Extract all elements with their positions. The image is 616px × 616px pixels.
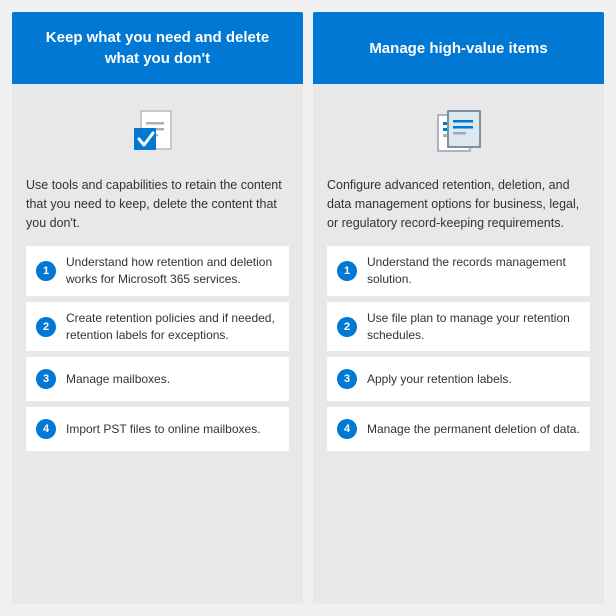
left-card-body: Use tools and capabilities to retain the… xyxy=(12,84,303,604)
right-step-2: 2 Use file plan to manage your retention… xyxy=(327,302,590,352)
right-step-4-number: 4 xyxy=(337,419,357,439)
right-step-1-text: Understand the records management soluti… xyxy=(367,254,580,288)
right-step-1-number: 1 xyxy=(337,261,357,281)
left-card-header: Keep what you need and delete what you d… xyxy=(12,12,303,84)
right-step-1: 1 Understand the records management solu… xyxy=(327,246,590,296)
left-card: Keep what you need and delete what you d… xyxy=(12,12,303,604)
records-icon xyxy=(427,100,491,164)
right-card-header: Manage high-value items xyxy=(313,12,604,84)
right-card-description: Configure advanced retention, deletion, … xyxy=(327,176,590,232)
left-step-list: 1 Understand how retention and deletion … xyxy=(26,246,289,451)
left-step-1: 1 Understand how retention and deletion … xyxy=(26,246,289,296)
right-step-list: 1 Understand the records management solu… xyxy=(327,246,590,451)
left-step-3-text: Manage mailboxes. xyxy=(66,371,170,388)
right-card-title: Manage high-value items xyxy=(369,38,547,59)
left-step-2-number: 2 xyxy=(36,317,56,337)
right-step-4: 4 Manage the permanent deletion of data. xyxy=(327,407,590,451)
left-step-3: 3 Manage mailboxes. xyxy=(26,357,289,401)
right-step-2-text: Use file plan to manage your retention s… xyxy=(367,310,580,344)
right-step-3-number: 3 xyxy=(337,369,357,389)
right-step-4-text: Manage the permanent deletion of data. xyxy=(367,421,580,438)
left-step-3-number: 3 xyxy=(36,369,56,389)
right-card: Manage high-value items xyxy=(313,12,604,604)
left-step-4: 4 Import PST files to online mailboxes. xyxy=(26,407,289,451)
right-step-3: 3 Apply your retention labels. xyxy=(327,357,590,401)
right-step-2-number: 2 xyxy=(337,317,357,337)
right-icon-area xyxy=(327,100,590,164)
left-step-4-number: 4 xyxy=(36,419,56,439)
left-step-1-text: Understand how retention and deletion wo… xyxy=(66,254,279,288)
main-container: Keep what you need and delete what you d… xyxy=(0,0,616,616)
checklist-icon xyxy=(126,100,190,164)
left-card-title: Keep what you need and delete what you d… xyxy=(28,27,287,69)
right-card-body: Configure advanced retention, deletion, … xyxy=(313,84,604,604)
left-card-description: Use tools and capabilities to retain the… xyxy=(26,176,289,232)
left-step-1-number: 1 xyxy=(36,261,56,281)
left-icon-area xyxy=(26,100,289,164)
left-step-2: 2 Create retention policies and if neede… xyxy=(26,302,289,352)
left-step-4-text: Import PST files to online mailboxes. xyxy=(66,421,261,438)
right-step-3-text: Apply your retention labels. xyxy=(367,371,512,388)
left-step-2-text: Create retention policies and if needed,… xyxy=(66,310,279,344)
